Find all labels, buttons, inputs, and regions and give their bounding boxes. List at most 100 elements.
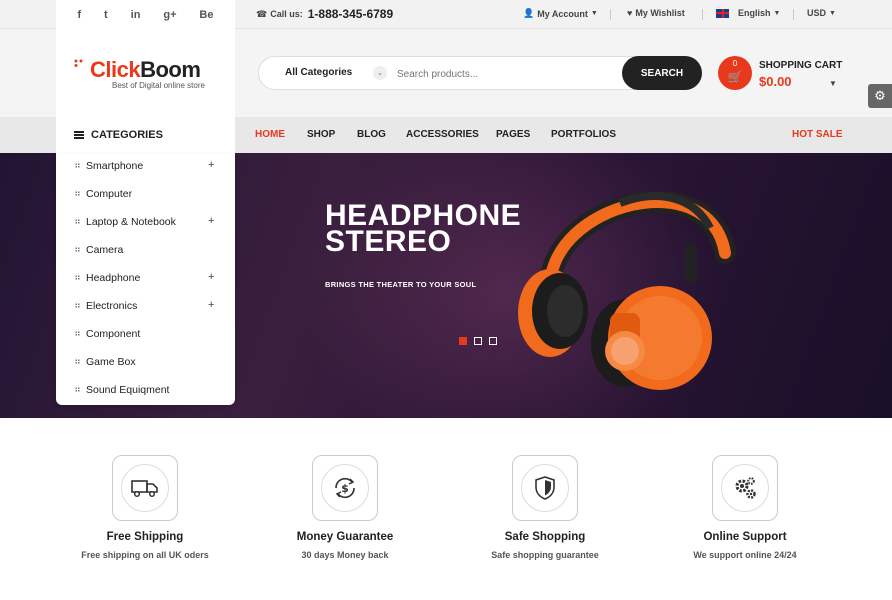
uk-flag-icon [716, 8, 729, 18]
google-plus-icon[interactable]: g+ [163, 9, 176, 21]
categories-label: CATEGORIES [91, 129, 163, 141]
menu-icon [74, 131, 84, 139]
tool-panel-icon[interactable]: ⚙ [868, 84, 892, 108]
nav-shop[interactable]: SHOP [307, 129, 335, 140]
categories-toggle[interactable]: CATEGORIES [56, 117, 235, 153]
expand-icon[interactable]: + [208, 271, 214, 283]
slider-dots [459, 337, 497, 345]
feature-subtitle: 30 days Money back [301, 550, 389, 560]
chevron-down-icon[interactable]: ⌄ [373, 66, 387, 80]
category-item-sound-equipment[interactable]: Sound Equiqment [56, 377, 235, 405]
nav-blog[interactable]: BLOG [357, 129, 386, 140]
tagline: Best of Digital online store [112, 81, 205, 90]
my-wishlist-label: My Wishlist [635, 8, 685, 18]
my-wishlist-link[interactable]: ♥ My Wishlist [627, 8, 685, 18]
feature-icon-circle: $ [321, 464, 369, 512]
feature-title: Online Support [703, 531, 787, 543]
linkedin-icon[interactable]: in [131, 9, 141, 21]
category-label: Headphone [86, 272, 141, 284]
language-selector[interactable]: English ▼ [716, 8, 780, 18]
phone-number[interactable]: 1-888-345-6789 [308, 7, 393, 21]
category-item-computer[interactable]: Computer [56, 181, 235, 209]
nav-portfolios[interactable]: PORTFOLIOS [551, 129, 616, 140]
slider-dot-1[interactable] [459, 337, 467, 345]
twitter-icon[interactable]: t [104, 9, 108, 21]
bullet-icon [75, 247, 80, 252]
logo: ClickBoom [90, 57, 201, 83]
bullet-icon [75, 387, 80, 392]
logo-dots-icon [74, 59, 83, 67]
logo-part-1: Click [90, 57, 141, 82]
bullet-icon [75, 219, 80, 224]
category-item-electronics[interactable]: Electronics + [56, 293, 235, 321]
currency-selector[interactable]: USD ▼ [807, 8, 836, 18]
gears-icon [735, 477, 756, 499]
social-links: f t in g+ Be [56, 0, 235, 29]
feature-online-support: Online Support We support online 24/24 [645, 455, 845, 560]
nav-home[interactable]: HOME [255, 129, 285, 140]
logo-area[interactable]: ClickBoom Best of Digital online store [56, 29, 235, 117]
slider-dot-2[interactable] [474, 337, 482, 345]
feature-subtitle: We support online 24/24 [693, 550, 797, 560]
feature-icon-box [112, 455, 178, 521]
search-bar: All Categories ⌄ SEARCH [258, 56, 702, 90]
category-item-laptop-notebook[interactable]: Laptop & Notebook + [56, 209, 235, 237]
phone-icon: ☎ [256, 8, 268, 19]
category-label: Computer [86, 188, 133, 200]
category-label: Camera [86, 244, 124, 256]
cart-icon: 🛒 [727, 70, 743, 84]
top-bar: f t in g+ Be ☎ Call us: 1-888-345-6789 👤… [0, 0, 892, 29]
expand-icon[interactable]: + [208, 299, 214, 311]
logo-part-2: Boom [140, 57, 201, 82]
bullet-icon [75, 163, 80, 168]
feature-money-guarantee: $ Money Guarantee 30 days Money back [245, 455, 445, 560]
banner-subtitle: BRINGS THE THEATER TO YOUR SOUL [325, 280, 477, 289]
feature-icon-circle [521, 464, 569, 512]
chevron-down-icon: ▼ [590, 10, 598, 17]
nav-pages[interactable]: PAGES [496, 129, 530, 140]
cart-title[interactable]: SHOPPING CART [759, 60, 842, 71]
category-item-camera[interactable]: Camera [56, 237, 235, 265]
feature-icon-circle [121, 464, 169, 512]
search-input[interactable] [397, 66, 617, 82]
category-select[interactable]: All Categories [285, 67, 352, 78]
nav-accessories[interactable]: ACCESSORIES [406, 129, 479, 140]
cart-total[interactable]: $0.00 [759, 74, 792, 89]
feature-icon-box [512, 455, 578, 521]
feature-icon-box [712, 455, 778, 521]
cart-count: 0 [732, 59, 738, 68]
user-icon: 👤 [523, 8, 535, 18]
category-item-component[interactable]: Component [56, 321, 235, 349]
my-account-menu[interactable]: 👤 My Account ▼ [523, 8, 598, 19]
cart-button[interactable]: 0 🛒 [718, 56, 752, 90]
heart-icon: ♥ [627, 8, 633, 18]
headphones-image [518, 191, 736, 390]
category-label: Electronics [86, 300, 138, 312]
feature-icon-box: $ [312, 455, 378, 521]
feature-title: Money Guarantee [296, 531, 394, 543]
category-item-smartphone[interactable]: Smartphone + [56, 153, 235, 181]
shield-icon [535, 476, 555, 500]
expand-icon[interactable]: + [208, 159, 214, 171]
svg-text:$: $ [341, 482, 349, 495]
call-label: Call us: [270, 9, 303, 19]
chevron-down-icon[interactable]: ▼ [829, 79, 837, 88]
feature-subtitle: Safe shopping guarantee [491, 550, 599, 560]
call-us: ☎ Call us: 1-888-345-6789 [256, 7, 393, 21]
chevron-down-icon: ▼ [773, 9, 781, 17]
category-item-headphone[interactable]: Headphone + [56, 265, 235, 293]
bullet-icon [75, 359, 80, 364]
behance-icon[interactable]: Be [199, 9, 213, 21]
expand-icon[interactable]: + [208, 215, 214, 227]
slider-dot-3[interactable] [489, 337, 497, 345]
facebook-icon[interactable]: f [77, 9, 81, 21]
chevron-down-icon: ▼ [829, 9, 836, 17]
my-account-label: My Account [537, 8, 588, 19]
feature-icon-circle [721, 464, 769, 512]
nav-hot-sale[interactable]: HOT SALE [792, 129, 843, 140]
bullet-icon [75, 331, 80, 336]
category-item-game-box[interactable]: Game Box [56, 349, 235, 377]
search-button[interactable]: SEARCH [622, 56, 702, 90]
language-label: English [738, 8, 771, 18]
feature-subtitle: Free shipping on all UK oders [81, 550, 209, 560]
